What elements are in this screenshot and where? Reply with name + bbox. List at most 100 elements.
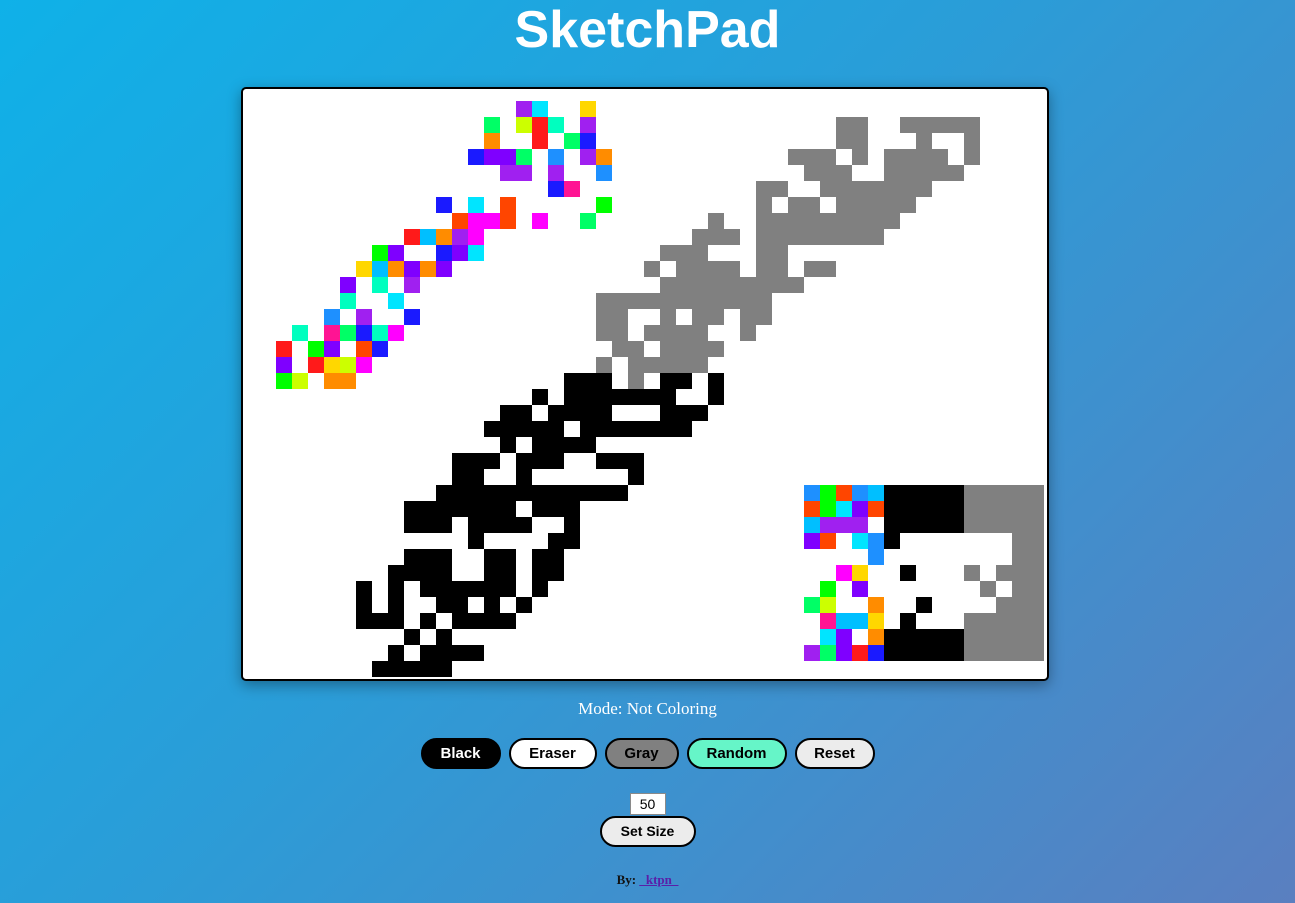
grid-cell[interactable] bbox=[388, 325, 404, 341]
grid-cell[interactable] bbox=[820, 517, 836, 533]
grid-cell[interactable] bbox=[340, 373, 356, 389]
grid-cell[interactable] bbox=[932, 645, 948, 661]
grid-cell[interactable] bbox=[788, 149, 804, 165]
grid-cell[interactable] bbox=[500, 517, 516, 533]
grid-cell[interactable] bbox=[564, 533, 580, 549]
grid-cell[interactable] bbox=[884, 213, 900, 229]
grid-cell[interactable] bbox=[548, 437, 564, 453]
grid-cell[interactable] bbox=[804, 485, 820, 501]
grid-cell[interactable] bbox=[404, 261, 420, 277]
grid-cell[interactable] bbox=[772, 229, 788, 245]
grid-cell[interactable] bbox=[596, 149, 612, 165]
grid-cell[interactable] bbox=[340, 325, 356, 341]
grid-cell[interactable] bbox=[676, 261, 692, 277]
grid-cell[interactable] bbox=[484, 133, 500, 149]
grid-cell[interactable] bbox=[884, 165, 900, 181]
grid-cell[interactable] bbox=[964, 117, 980, 133]
grid-cell[interactable] bbox=[660, 341, 676, 357]
grid-cell[interactable] bbox=[660, 277, 676, 293]
grid-cell[interactable] bbox=[356, 261, 372, 277]
grid-cell[interactable] bbox=[884, 501, 900, 517]
grid-cell[interactable] bbox=[852, 533, 868, 549]
grid-cell[interactable] bbox=[580, 117, 596, 133]
grid-cell[interactable] bbox=[468, 517, 484, 533]
grid-cell[interactable] bbox=[676, 277, 692, 293]
grid-cell[interactable] bbox=[948, 117, 964, 133]
grid-cell[interactable] bbox=[484, 485, 500, 501]
grid-cell[interactable] bbox=[1028, 597, 1044, 613]
grid-cell[interactable] bbox=[852, 565, 868, 581]
grid-cell[interactable] bbox=[628, 373, 644, 389]
grid-cell[interactable] bbox=[436, 645, 452, 661]
grid-cell[interactable] bbox=[868, 501, 884, 517]
grid-cell[interactable] bbox=[868, 533, 884, 549]
grid-cell[interactable] bbox=[708, 373, 724, 389]
grid-cell[interactable] bbox=[724, 261, 740, 277]
grid-cell[interactable] bbox=[452, 501, 468, 517]
grid-cell[interactable] bbox=[1028, 517, 1044, 533]
grid-cell[interactable] bbox=[884, 517, 900, 533]
grid-cell[interactable] bbox=[388, 245, 404, 261]
grid-cell[interactable] bbox=[436, 197, 452, 213]
grid-cell[interactable] bbox=[900, 613, 916, 629]
grid-cell[interactable] bbox=[484, 565, 500, 581]
grid-cell[interactable] bbox=[852, 485, 868, 501]
grid-cell[interactable] bbox=[996, 485, 1012, 501]
grid-cell[interactable] bbox=[356, 309, 372, 325]
grid-cell[interactable] bbox=[1028, 501, 1044, 517]
grid-cell[interactable] bbox=[644, 261, 660, 277]
grid-cell[interactable] bbox=[772, 277, 788, 293]
grid-cell[interactable] bbox=[996, 517, 1012, 533]
grid-cell[interactable] bbox=[660, 325, 676, 341]
grid-cell[interactable] bbox=[564, 373, 580, 389]
grid-cell[interactable] bbox=[916, 597, 932, 613]
grid-cell[interactable] bbox=[596, 421, 612, 437]
grid-cell[interactable] bbox=[420, 517, 436, 533]
grid-cell[interactable] bbox=[388, 565, 404, 581]
grid-cell[interactable] bbox=[420, 613, 436, 629]
random-button[interactable]: Random bbox=[686, 738, 787, 769]
grid-cell[interactable] bbox=[964, 149, 980, 165]
grid-cell[interactable] bbox=[948, 485, 964, 501]
grid-cell[interactable] bbox=[388, 645, 404, 661]
grid-cell[interactable] bbox=[580, 101, 596, 117]
grid-cell[interactable] bbox=[836, 485, 852, 501]
grid-cell[interactable] bbox=[420, 501, 436, 517]
grid-cell[interactable] bbox=[388, 597, 404, 613]
grid-cell[interactable] bbox=[548, 565, 564, 581]
grid-cell[interactable] bbox=[388, 581, 404, 597]
grid-cell[interactable] bbox=[900, 485, 916, 501]
grid-cell[interactable] bbox=[372, 661, 388, 677]
grid-cell[interactable] bbox=[516, 405, 532, 421]
grid-cell[interactable] bbox=[372, 245, 388, 261]
grid-cell[interactable] bbox=[452, 453, 468, 469]
grid-cell[interactable] bbox=[1028, 645, 1044, 661]
eraser-button[interactable]: Eraser bbox=[508, 738, 597, 769]
grid-cell[interactable] bbox=[500, 437, 516, 453]
grid-cell[interactable] bbox=[692, 245, 708, 261]
grid-cell[interactable] bbox=[612, 341, 628, 357]
grid-cell[interactable] bbox=[900, 117, 916, 133]
grid-cell[interactable] bbox=[500, 485, 516, 501]
grid-cell[interactable] bbox=[500, 405, 516, 421]
grid-cell[interactable] bbox=[1012, 613, 1028, 629]
grid-cell[interactable] bbox=[548, 485, 564, 501]
grid-cell[interactable] bbox=[276, 357, 292, 373]
grid-cell[interactable] bbox=[948, 501, 964, 517]
grid-cell[interactable] bbox=[420, 565, 436, 581]
grid-cell[interactable] bbox=[932, 117, 948, 133]
grid-cell[interactable] bbox=[980, 485, 996, 501]
grid-cell[interactable] bbox=[676, 357, 692, 373]
grid-cell[interactable] bbox=[692, 309, 708, 325]
grid-cell[interactable] bbox=[804, 533, 820, 549]
grid-cell[interactable] bbox=[580, 213, 596, 229]
grid-cell[interactable] bbox=[516, 453, 532, 469]
grid-cell[interactable] bbox=[820, 149, 836, 165]
grid-cell[interactable] bbox=[660, 245, 676, 261]
grid-cell[interactable] bbox=[852, 213, 868, 229]
grid-cell[interactable] bbox=[532, 213, 548, 229]
grid-cell[interactable] bbox=[532, 485, 548, 501]
grid-cell[interactable] bbox=[452, 485, 468, 501]
grid-cell[interactable] bbox=[564, 501, 580, 517]
grid-cell[interactable] bbox=[580, 389, 596, 405]
